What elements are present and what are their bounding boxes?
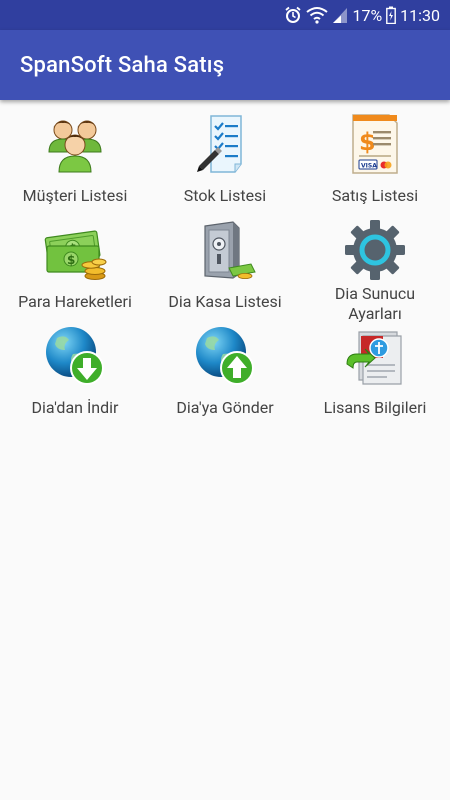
signal-icon [332,6,348,24]
menu-item-label: Dia'dan İndir [31,398,119,417]
battery-percent: 17% [352,5,383,25]
svg-text:$: $ [67,253,75,267]
app-bar: SpanSoft Saha Satış [0,30,450,100]
app-title: SpanSoft Saha Satış [20,52,225,78]
alarm-icon [284,6,302,24]
menu-item-diaya-gonder[interactable]: Dia'ya Gönder [150,320,300,426]
menu-item-label: Satış Listesi [331,186,419,205]
sales-invoice-icon: $ VISA [343,112,407,176]
globe-upload-icon [193,324,257,388]
menu-item-label: Stok Listesi [183,186,267,205]
menu-item-dia-kasa-listesi[interactable]: Dia Kasa Listesi [150,214,300,320]
menu-item-stok-listesi[interactable]: Stok Listesi [150,108,300,214]
menu-item-label: Lisans Bilgileri [323,398,427,417]
menu-grid: Müşteri Listesi Stok Listesi $ VISA Satı… [0,108,450,426]
globe-download-icon [43,324,107,388]
menu-item-satis-listesi[interactable]: $ VISA Satış Listesi [300,108,450,214]
svg-text:VISA: VISA [361,163,377,170]
money-icon: $ $ [43,218,107,282]
menu-item-label: Müşteri Listesi [22,186,128,205]
menu-item-label: Dia Kasa Listesi [168,292,282,311]
menu-item-label: Dia'ya Gönder [176,398,274,417]
menu-item-label: Para Hareketleri [18,292,132,311]
customers-icon [43,112,107,176]
menu-item-diadan-indir[interactable]: Dia'dan İndir [0,320,150,426]
menu-item-dia-sunucu-ayarlari[interactable]: Dia Sunucu Ayarları [300,214,450,323]
battery-icon [386,6,397,24]
menu-item-musteri-listesi[interactable]: Müşteri Listesi [0,108,150,214]
safe-icon [193,218,257,282]
menu-item-para-hareketleri[interactable]: $ $ Para Hareketleri [0,214,150,320]
gear-icon [343,218,407,282]
menu-item-label: Dia Sunucu Ayarları [335,284,415,324]
stock-checklist-icon [193,112,257,176]
status-bar: 17% 11:30 [0,0,450,30]
wifi-icon [306,6,329,24]
clock-time: 11:30 [400,5,440,25]
license-icon [343,324,407,388]
menu-item-label-line1: Dia Sunucu [334,284,416,303]
menu-item-lisans-bilgileri[interactable]: Lisans Bilgileri [300,320,450,426]
